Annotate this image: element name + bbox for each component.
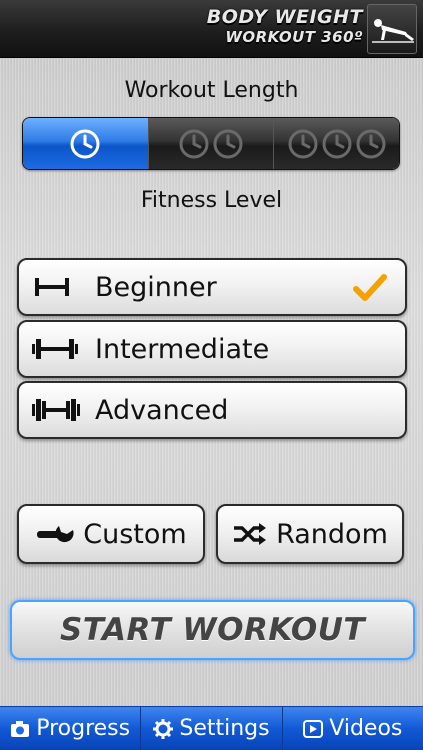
tab-videos-label: Videos (329, 716, 403, 741)
dumbbell-light-icon (35, 278, 69, 296)
level-beginner-label: Beginner (95, 271, 217, 303)
length-option-medium[interactable] (148, 118, 275, 169)
tab-settings[interactable]: Settings (141, 707, 283, 750)
logo-line1: BODY WEIGHT (206, 6, 363, 28)
level-intermediate-label: Intermediate (95, 333, 270, 365)
clock-icon (213, 129, 243, 158)
tab-progress[interactable]: Progress (0, 707, 142, 750)
tab-videos[interactable]: Videos (283, 707, 423, 750)
shuffle-icon (234, 523, 267, 545)
custom-button[interactable]: Custom (17, 504, 205, 564)
bottom-tab-bar: Progress Settings Videos (0, 706, 423, 750)
tab-settings-label: Settings (179, 716, 270, 741)
play-icon (303, 719, 324, 738)
logo-line2: WORKOUT 360º (225, 28, 363, 46)
dumbbell-heavy-icon (32, 399, 80, 421)
camera-icon (11, 720, 30, 737)
custom-label: Custom (83, 518, 187, 550)
wrench-icon (37, 526, 74, 543)
level-advanced-button[interactable]: Advanced (17, 381, 407, 439)
length-option-short[interactable] (23, 118, 149, 169)
length-option-long[interactable] (274, 118, 399, 169)
clock-icon (322, 129, 352, 158)
clock-icon (70, 129, 100, 158)
app-logo: BODY WEIGHT WORKOUT 360º (123, 6, 363, 47)
clock-icon (288, 129, 318, 158)
workout-length-selector (22, 117, 400, 170)
gear-icon (153, 718, 174, 739)
start-workout-button[interactable]: START WORKOUT (10, 600, 415, 660)
fitness-level-title: Fitness Level (140, 188, 283, 213)
random-label: Random (276, 518, 388, 550)
level-beginner-button[interactable]: Beginner (17, 258, 407, 316)
tab-progress-label: Progress (36, 716, 131, 741)
checkmark-icon (353, 274, 387, 301)
clock-icon (179, 129, 209, 158)
app-header: BODY WEIGHT WORKOUT 360º (0, 0, 423, 58)
dumbbell-medium-icon (32, 339, 78, 359)
random-button[interactable]: Random (216, 504, 404, 564)
workout-length-title: Workout Length (124, 78, 299, 103)
level-intermediate-button[interactable]: Intermediate (17, 320, 407, 378)
clock-icon (356, 129, 386, 158)
pushup-figure-icon (367, 4, 417, 54)
level-advanced-label: Advanced (95, 394, 229, 426)
start-workout-label: START WORKOUT (59, 612, 366, 648)
